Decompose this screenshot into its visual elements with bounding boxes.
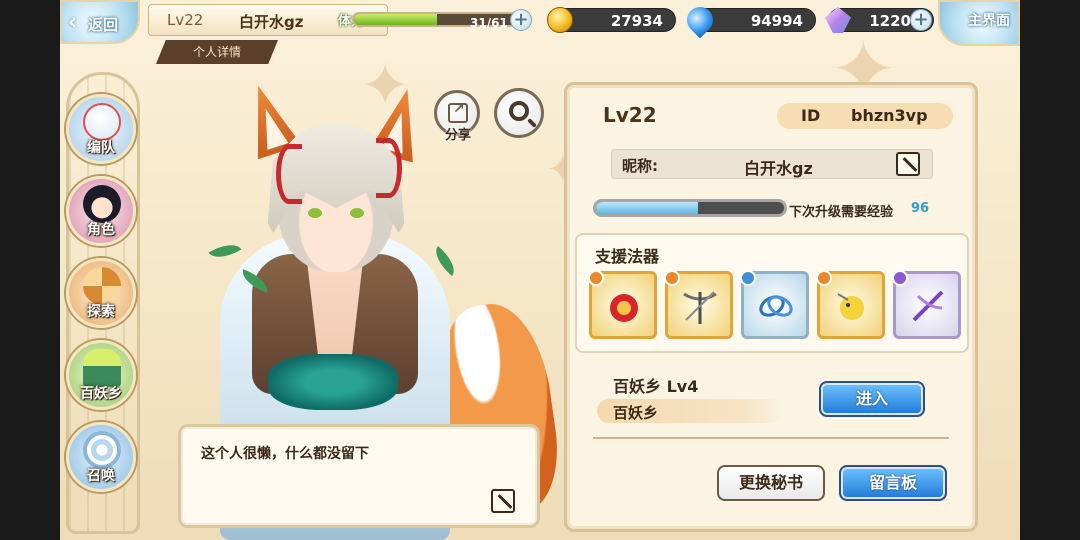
- support-slot-3[interactable]: [740, 270, 809, 339]
- rarity-badge-icon: [892, 270, 908, 286]
- village-title: 百妖乡 Lv4: [613, 377, 699, 396]
- nav-label: 探索: [87, 304, 115, 320]
- nickname-row: 昵称: 白开水gz: [611, 149, 933, 179]
- stamina-fill: [354, 14, 438, 25]
- character-eye: [308, 208, 322, 218]
- character-eye: [350, 208, 364, 218]
- nav-label: 角色: [87, 222, 115, 238]
- support-slot-1[interactable]: [588, 270, 657, 339]
- character-icon: [83, 185, 121, 223]
- left-letterbox: [0, 0, 60, 540]
- crossbow-icon: [683, 291, 717, 324]
- rarity-badge-icon: [664, 270, 680, 286]
- back-label: 返回: [88, 16, 119, 34]
- nav-character-button[interactable]: 角色: [66, 176, 136, 246]
- gold-value: 27934: [610, 12, 663, 30]
- back-arrow-icon: ‹: [68, 10, 78, 35]
- explore-icon: [83, 267, 121, 305]
- support-artifacts: 支援法器: [575, 233, 969, 353]
- rarity-badge-icon: [588, 270, 604, 286]
- stamina-count: 31/61: [470, 16, 508, 30]
- yellow-bird-icon: [837, 293, 864, 320]
- nickname-value: 白开水gz: [744, 159, 813, 178]
- nav-label: 编队: [87, 140, 115, 156]
- spirit-counter: 94994: [681, 1, 816, 39]
- exp-fill: [596, 202, 698, 214]
- character-bow: [268, 354, 398, 410]
- gold-coin-icon: [547, 7, 573, 33]
- profile-level: Lv22: [603, 103, 657, 127]
- player-id-pill: ID bhzn3vp: [777, 103, 953, 129]
- exp-value: 96: [911, 201, 930, 216]
- share-label: 分享: [444, 128, 471, 143]
- change-secretary-button[interactable]: 更换秘书: [717, 465, 825, 501]
- personal-detail-tab[interactable]: 个人详情: [156, 40, 278, 64]
- spirit-value: 94994: [750, 12, 803, 30]
- nav-team-button[interactable]: 编队: [66, 94, 136, 164]
- summon-icon: [83, 431, 121, 469]
- add-crystal-button[interactable]: +: [910, 9, 932, 31]
- enter-village-button[interactable]: 进入: [819, 381, 925, 417]
- rarity-badge-icon: [740, 270, 756, 286]
- blue-flame-icon: [681, 1, 719, 39]
- support-title: 支援法器: [595, 247, 660, 266]
- support-slot-5[interactable]: [892, 270, 961, 339]
- gold-counter: 27934: [547, 7, 676, 33]
- edit-signature-icon[interactable]: [491, 489, 515, 513]
- home-button[interactable]: 主界面: [938, 0, 1020, 46]
- signature-box: 这个人很懒，什么都没留下: [178, 424, 540, 528]
- profile-panel: Lv22 ID bhzn3vp 昵称: 白开水gz 下次升级需要经验 96 支援…: [564, 82, 978, 532]
- village-name: 百妖乡: [613, 404, 659, 422]
- id-label: ID: [801, 106, 821, 125]
- rarity-badge-icon: [816, 270, 832, 286]
- red-dragon-icon: [610, 294, 638, 322]
- red-horn: [276, 144, 302, 204]
- village-name-bar: 百妖乡: [597, 399, 783, 423]
- add-stamina-button[interactable]: +: [510, 9, 532, 31]
- panel-divider: [593, 437, 949, 439]
- blue-rope-icon: [759, 295, 793, 317]
- message-board-button[interactable]: 留言板: [839, 465, 947, 501]
- back-button[interactable]: ‹ 返回: [60, 0, 140, 44]
- edit-nickname-icon[interactable]: [896, 152, 920, 176]
- vine-leaf: [208, 237, 242, 265]
- team-icon: [83, 103, 121, 141]
- player-level: Lv22: [167, 11, 204, 29]
- exp-bar: [593, 199, 787, 217]
- support-slot-2[interactable]: [664, 270, 733, 339]
- support-slot-4[interactable]: [816, 270, 885, 339]
- nav-label: 百妖乡: [80, 386, 122, 402]
- home-label: 主界面: [968, 13, 1010, 29]
- right-letterbox: [1020, 0, 1080, 540]
- red-horn: [376, 138, 402, 198]
- profile-screen: ✦ ✦ ✦ ‹ 返回 Lv22 白开水gz 个人详情 体力 31/61 + 27…: [60, 0, 1020, 540]
- share-icon: [448, 101, 468, 123]
- magnifier-icon: [509, 101, 529, 121]
- nav-label: 召唤: [87, 468, 115, 484]
- top-bar: ‹ 返回 Lv22 白开水gz 个人详情 体力 31/61 + 27934 94…: [60, 0, 1020, 64]
- nav-village-button[interactable]: 百妖乡: [66, 340, 136, 410]
- nav-summon-button[interactable]: 召唤: [66, 422, 136, 492]
- exp-label: 下次升级需要经验: [789, 205, 894, 220]
- signature-text: 这个人很懒，什么都没留下: [201, 446, 369, 462]
- nav-explore-button[interactable]: 探索: [66, 258, 136, 328]
- crystal-value: 1220: [869, 12, 911, 30]
- left-nav: 编队 角色 探索 百妖乡 召唤: [60, 66, 146, 540]
- purple-crossbow-icon: [912, 290, 944, 322]
- crystal-icon: [825, 7, 851, 33]
- zoom-button[interactable]: [494, 88, 544, 138]
- player-name: 白开水gz: [239, 13, 304, 31]
- village-icon: [83, 349, 121, 387]
- id-value: bhzn3vp: [851, 106, 928, 125]
- nickname-label: 昵称:: [622, 157, 658, 175]
